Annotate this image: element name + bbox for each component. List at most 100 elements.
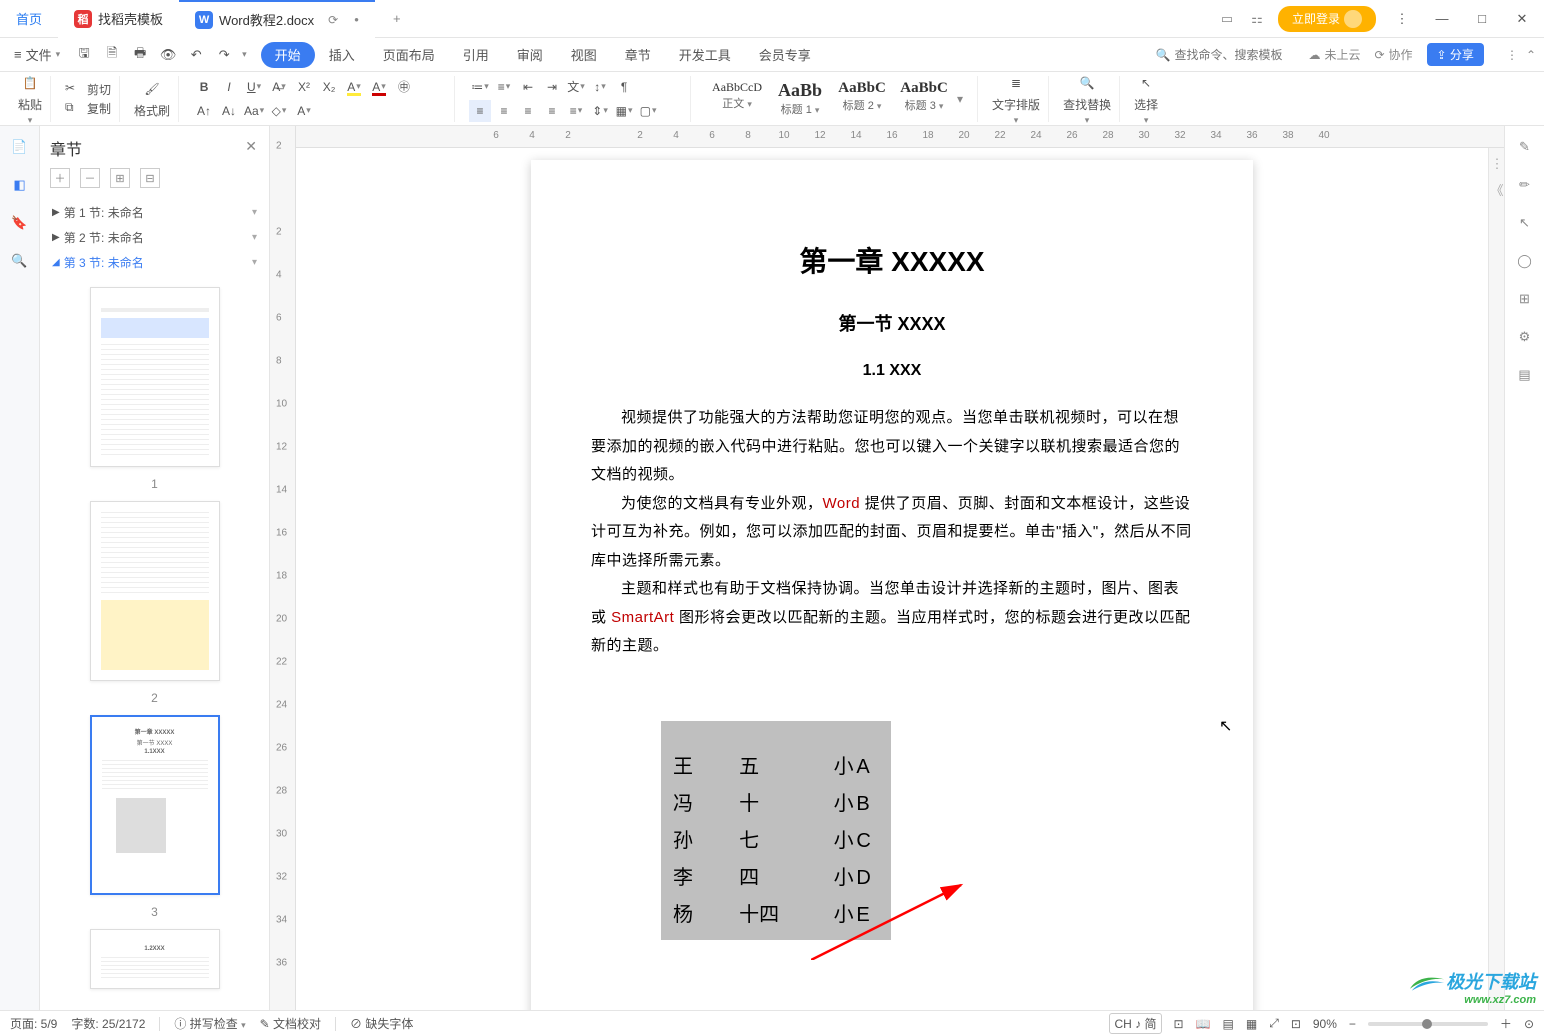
- bookmark-pane-icon[interactable]: 🔖: [9, 212, 31, 234]
- command-search[interactable]: 🔍: [1155, 48, 1294, 62]
- menu-tab-2[interactable]: 页面布局: [369, 38, 449, 72]
- horizontal-ruler[interactable]: 642246810121416182022242628303234363840: [296, 126, 1504, 148]
- decrease-indent-button[interactable]: ⇤: [517, 76, 539, 98]
- menu-tab-1[interactable]: 插入: [315, 38, 369, 72]
- outline-pane-icon[interactable]: 📄: [9, 136, 31, 158]
- panel-close-icon[interactable]: ✕: [245, 138, 257, 155]
- window-layout-icon[interactable]: ▭: [1218, 10, 1236, 28]
- shrink-font-button[interactable]: A↓: [218, 100, 240, 122]
- align-center-button[interactable]: ≡: [493, 100, 515, 122]
- styles-expand-icon[interactable]: ▾: [957, 92, 969, 106]
- phonetic-button[interactable]: ㊥: [393, 76, 415, 98]
- vertical-ruler[interactable]: 224681012141618202224262830323436: [270, 126, 296, 1010]
- grow-font-button[interactable]: A↑: [193, 100, 215, 122]
- ribbon-collapse-icon[interactable]: ⌃: [1526, 48, 1536, 62]
- redo-icon[interactable]: ↷: [214, 45, 234, 65]
- view-web-icon[interactable]: ▤: [1223, 1017, 1234, 1031]
- status-page[interactable]: 页面: 5/9: [10, 1015, 57, 1032]
- chapter-add-icon[interactable]: ＋: [50, 168, 70, 188]
- view-read-icon[interactable]: ⊡: [1174, 1017, 1184, 1031]
- status-words[interactable]: 字数: 25/2172: [71, 1015, 145, 1032]
- view-focus-icon[interactable]: ⤢: [1269, 1016, 1279, 1031]
- menu-tab-3[interactable]: 引用: [449, 38, 503, 72]
- bullets-button[interactable]: ≔▾: [469, 76, 491, 98]
- document-canvas[interactable]: 第一章 XXXXX 第一节 XXXX 1.1 XXX 视频提供了功能强大的方法帮…: [296, 148, 1488, 1010]
- menu-tab-5[interactable]: 视图: [557, 38, 611, 72]
- window-minimize-icon[interactable]: —: [1428, 5, 1456, 33]
- section-item-3[interactable]: ◢第 3 节: 未命名▾: [50, 250, 259, 275]
- sync-icon[interactable]: ⟳: [328, 13, 338, 27]
- save-icon[interactable]: 🖫: [74, 45, 94, 65]
- undo-icon[interactable]: ↶: [186, 45, 206, 65]
- status-proofread[interactable]: ✎ 文档校对: [260, 1015, 321, 1032]
- fit-page-icon[interactable]: ⊡: [1291, 1017, 1301, 1031]
- chapter-pane-icon[interactable]: ◧: [9, 174, 31, 196]
- tab-home[interactable]: 首页: [0, 0, 58, 38]
- menu-tab-0[interactable]: 开始: [261, 42, 315, 68]
- shading-button[interactable]: ▦▾: [613, 100, 635, 122]
- text-effects-button[interactable]: A▾: [293, 100, 315, 122]
- chapter-insert-icon[interactable]: ⊞: [110, 168, 130, 188]
- line-height-button[interactable]: ⇕▾: [589, 100, 611, 122]
- print-icon[interactable]: 🖶: [130, 45, 150, 65]
- show-marks-button[interactable]: ¶: [613, 76, 635, 98]
- copy-button[interactable]: ⧉复制: [65, 100, 111, 117]
- select-pane-icon[interactable]: ↖: [1514, 212, 1536, 234]
- new-tab-button[interactable]: +: [383, 5, 411, 33]
- coop-button[interactable]: ⟳ 协作: [1374, 46, 1412, 63]
- italic-button[interactable]: I: [218, 76, 240, 98]
- line-spacing-button[interactable]: ↕▾: [589, 76, 611, 98]
- align-left-button[interactable]: ≡: [469, 100, 491, 122]
- find-replace-button[interactable]: 🔍查找替换▾: [1063, 72, 1111, 126]
- align-distribute-button[interactable]: ≡▾: [565, 100, 587, 122]
- text-direction-button[interactable]: 文▾: [565, 76, 587, 98]
- library-pane-icon[interactable]: ⊞: [1514, 288, 1536, 310]
- style-标题 2[interactable]: AaBbC标题 2 ▾: [831, 77, 893, 120]
- subscript-button[interactable]: X₂: [318, 76, 340, 98]
- tab-document[interactable]: W Word教程2.docx ⟳ •: [179, 0, 375, 38]
- shapes-pane-icon[interactable]: ◯: [1514, 250, 1536, 272]
- menu-tab-7[interactable]: 开发工具: [665, 38, 745, 72]
- font-color-button[interactable]: A▾: [368, 76, 390, 98]
- format-brush-button[interactable]: 🖌格式刷: [134, 78, 170, 119]
- text-layout-button[interactable]: ≣文字排版▾: [992, 72, 1040, 126]
- font-highlight-button[interactable]: A▾: [343, 76, 365, 98]
- thumbnail-4[interactable]: 1.2XXX: [90, 929, 220, 989]
- tab-template-store[interactable]: 稻 找稻壳模板: [58, 0, 179, 38]
- search-input[interactable]: [1174, 48, 1294, 62]
- clear-format-button[interactable]: ◇▾: [268, 100, 290, 122]
- paste-button[interactable]: 📋粘贴▾: [18, 72, 42, 126]
- save-as-icon[interactable]: 🗎: [102, 45, 122, 65]
- cut-button[interactable]: ✂剪切: [65, 81, 111, 98]
- cloud-status[interactable]: ☁ 未上云: [1308, 46, 1360, 63]
- status-missing-font[interactable]: ⊘ 缺失字体: [350, 1015, 413, 1032]
- apps-grid-icon[interactable]: ⚏: [1248, 10, 1266, 28]
- strike-button[interactable]: A̶▾: [268, 76, 290, 98]
- select-button[interactable]: ↖选择▾: [1134, 72, 1158, 126]
- section-item-1[interactable]: ▶第 1 节: 未命名▾: [50, 200, 259, 225]
- zoom-out-icon[interactable]: −: [1349, 1017, 1356, 1031]
- share-button[interactable]: ⇪ 分享: [1427, 43, 1484, 66]
- zoom-fit-icon[interactable]: ⊙: [1524, 1017, 1534, 1031]
- borders-button[interactable]: ▢▾: [637, 100, 659, 122]
- view-print-icon[interactable]: 📖: [1196, 1017, 1211, 1031]
- tab-close-icon[interactable]: •: [354, 12, 359, 27]
- zoom-slider[interactable]: [1368, 1022, 1488, 1026]
- view-outline-icon[interactable]: ▦: [1246, 1017, 1257, 1031]
- menu-more-icon[interactable]: ⋮: [1506, 48, 1518, 62]
- settings-pane-icon[interactable]: ⚙: [1514, 326, 1536, 348]
- thumbnail-3[interactable]: 第一章 XXXXX 第一节 XXXX 1.1XXX: [90, 715, 220, 895]
- zoom-value[interactable]: 90%: [1313, 1017, 1337, 1031]
- style-标题 3[interactable]: AaBbC标题 3 ▾: [893, 77, 955, 120]
- zoom-in-icon[interactable]: ＋: [1500, 1015, 1512, 1032]
- chapter-delete-icon[interactable]: ⊟: [140, 168, 160, 188]
- tray-expand-icon[interactable]: 《: [1491, 180, 1503, 192]
- login-button[interactable]: 立即登录: [1278, 6, 1376, 32]
- window-maximize-icon[interactable]: □: [1468, 5, 1496, 33]
- tray-handle-icon[interactable]: ⋮: [1491, 156, 1503, 168]
- section-item-2[interactable]: ▶第 2 节: 未命名▾: [50, 225, 259, 250]
- change-case-button[interactable]: Aa▾: [243, 100, 265, 122]
- align-right-button[interactable]: ≡: [517, 100, 539, 122]
- numbering-button[interactable]: ≡▾: [493, 76, 515, 98]
- style-正文[interactable]: AaBbCcD正文 ▾: [705, 77, 769, 120]
